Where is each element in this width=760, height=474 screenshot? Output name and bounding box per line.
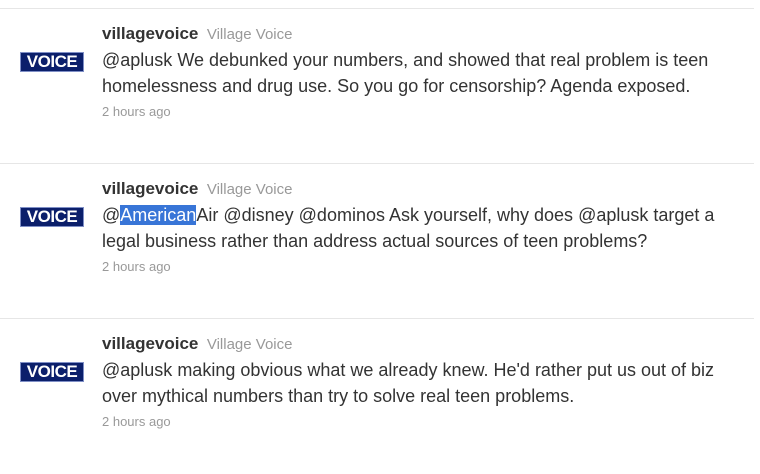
- screen-name-link[interactable]: villagevoice: [102, 24, 198, 43]
- tweet-text: @aplusk making obvious what we already k…: [102, 357, 742, 409]
- mention-link[interactable]: @aplusk: [102, 50, 172, 70]
- timestamp-link[interactable]: 2 hours ago: [102, 103, 742, 121]
- mention-link-suffix[interactable]: Air: [196, 205, 218, 225]
- screen-name-link[interactable]: villagevoice: [102, 334, 198, 353]
- tweet-text: @aplusk We debunked your numbers, and sh…: [102, 47, 742, 99]
- avatar[interactable]: VOICE: [20, 362, 84, 382]
- avatar[interactable]: VOICE: [20, 207, 84, 227]
- full-name: Village Voice: [206, 181, 293, 198]
- tweet-timeline: VOICE villagevoice Village Voice @aplusk…: [0, 0, 760, 474]
- tweet-content: villagevoice Village Voice @aplusk We de…: [102, 23, 742, 121]
- mention-link[interactable]: @aplusk: [578, 205, 648, 225]
- timestamp-link[interactable]: 2 hours ago: [102, 258, 742, 276]
- tweet-content: villagevoice Village Voice @AmericanAir …: [102, 178, 742, 276]
- full-name: Village Voice: [206, 336, 293, 353]
- tweet-body-text: making obvious what we already knew. He'…: [102, 360, 715, 406]
- full-name: Village Voice: [206, 26, 293, 43]
- tweet-content: villagevoice Village Voice @aplusk makin…: [102, 333, 742, 431]
- tweet-header: villagevoice Village Voice: [102, 178, 742, 200]
- tweet-body-text: Ask yourself, why does: [384, 205, 579, 225]
- tweet-text: @AmericanAir @disney @dominos Ask yourse…: [102, 202, 742, 254]
- mention-link[interactable]: @aplusk: [102, 360, 172, 380]
- avatar-logo-text: VOICE: [26, 52, 78, 71]
- avatar[interactable]: VOICE: [20, 52, 84, 72]
- tweet-header: villagevoice Village Voice: [102, 333, 742, 355]
- tweet-body-text: We debunked your numbers, and showed tha…: [102, 50, 709, 96]
- tweet-item: VOICE villagevoice Village Voice @aplusk…: [0, 8, 754, 161]
- mention-link[interactable]: @dominos: [299, 205, 385, 225]
- avatar-logo-text: VOICE: [26, 362, 78, 381]
- tweet-item: VOICE villagevoice Village Voice @aplusk…: [0, 318, 754, 474]
- tweet-item: VOICE villagevoice Village Voice @Americ…: [0, 163, 754, 316]
- tweet-header: villagevoice Village Voice: [102, 23, 742, 45]
- avatar-logo-text: VOICE: [26, 207, 78, 226]
- mention-link[interactable]: @disney: [223, 205, 293, 225]
- screen-name-link[interactable]: villagevoice: [102, 179, 198, 198]
- mention-at-sign[interactable]: @: [102, 205, 120, 225]
- selected-text-highlight[interactable]: American: [120, 205, 197, 225]
- timestamp-link[interactable]: 2 hours ago: [102, 413, 742, 431]
